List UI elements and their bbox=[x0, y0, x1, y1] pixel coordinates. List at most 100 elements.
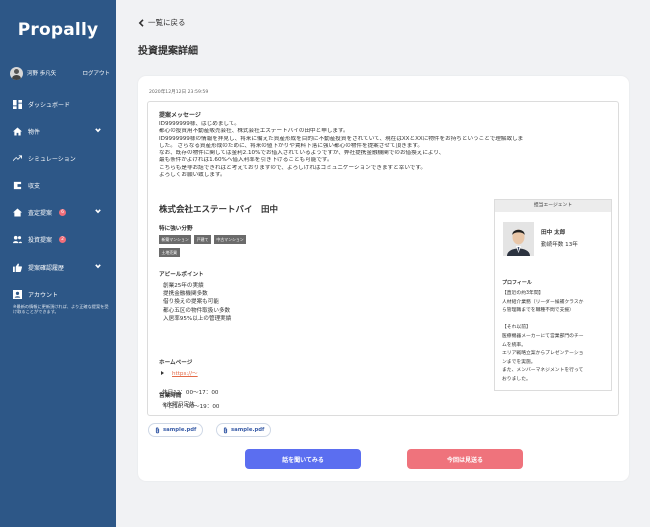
sidebar-item-history[interactable]: 提案確認履歴 bbox=[13, 260, 105, 274]
profile-line: ンまでを実施。 bbox=[502, 359, 536, 365]
profile-line: ムを統率。 bbox=[502, 342, 526, 348]
chevron-down-icon[interactable] bbox=[95, 127, 101, 133]
message-title: 提案メッセージ bbox=[159, 112, 201, 119]
account-box-icon bbox=[13, 289, 22, 299]
timestamp: 2020年12月12日 23:59:59 bbox=[149, 90, 209, 95]
wallet-icon bbox=[13, 181, 22, 190]
profile-line: ら管理職までを職種不問で支援） bbox=[502, 308, 574, 314]
agent-years: 勤続年数 13年 bbox=[541, 242, 578, 248]
dashboard-icon bbox=[13, 99, 22, 109]
attachment-file[interactable]: sample.pdf bbox=[148, 423, 204, 437]
appeal-item: 創業25年の実績 bbox=[163, 283, 204, 289]
appeal-title: アピールポイント bbox=[159, 272, 204, 278]
agent-box: 担当エージェント 田中 太郎 勤続年数 13年 プロフィール 【直近の約3年間】… bbox=[494, 199, 612, 391]
message-line: した。 さらなる資産形成のために、将来の値下がりや賃料下落に強い都心の物件を提案… bbox=[159, 142, 423, 149]
message-line: なお、既存の物件に関しては金利2.10%でお借入されているようですが、弊社提携金… bbox=[159, 150, 445, 157]
strengths-title: 特に強い分野 bbox=[159, 226, 193, 232]
proposal-body: 提案メッセージ ID9999999様、はじめまして。 都心の投資用不動産販売会社… bbox=[147, 101, 619, 416]
message-line: 都心の投資用不動産販売会社、株式会社エステートバイの田中と申します。 bbox=[159, 128, 349, 135]
profile-line: 【直近の約3年間】 bbox=[502, 291, 544, 296]
message-line: ID9999999様、はじめまして。 bbox=[159, 121, 240, 127]
page-title: 投資提案詳細 bbox=[138, 46, 198, 57]
profile-line: 【それ以前】 bbox=[502, 325, 531, 331]
sidebar-item-investment[interactable]: 投資提案 2 bbox=[13, 232, 105, 246]
message-line: 最も条件がよければ1.60%へ借入利率を引き下げることも可能です。 bbox=[159, 157, 333, 164]
strength-tag: 新築マンション bbox=[159, 235, 192, 244]
back-link[interactable]: 一覧に戻る bbox=[138, 17, 186, 28]
profile-text: 【直近の約3年間】 人材紹介業務（リーダー候補クラスか ら管理職までを職種不問で… bbox=[502, 290, 608, 385]
paperclip-icon bbox=[223, 426, 228, 433]
attachment-file[interactable]: sample.pdf bbox=[216, 423, 272, 437]
homepage-title: ホームページ bbox=[159, 360, 193, 366]
account-note: ※最新の情報に更新頂ければ、より正確な提案を受け取ることができます。 bbox=[13, 304, 109, 315]
sidebar-item-dashboard[interactable]: ダッシュボード bbox=[13, 97, 105, 111]
appeal-item: 都心五区の物件取扱い多数 bbox=[163, 307, 231, 314]
avatar bbox=[10, 66, 23, 80]
homepage-row: https://〜 bbox=[161, 369, 198, 377]
appeal-list: 創業25年の実績 提携金融機関多数 借り換えの提案も可能 都心五区の物件取扱い多… bbox=[163, 282, 231, 323]
decline-button[interactable]: 今回は見送る bbox=[407, 449, 523, 469]
listen-button[interactable]: 話を聞いてみる bbox=[245, 449, 361, 469]
sidebar-item-label: 査定提案 bbox=[28, 209, 53, 217]
message-line: ID9999999様の情報を拝見し、将来に備えた資産形成を目的に不動産投資をされ… bbox=[159, 135, 524, 142]
appeal-item: 入居率95%以上の管理実績 bbox=[163, 315, 232, 322]
back-label: 一覧に戻る bbox=[148, 18, 186, 27]
people-icon bbox=[13, 235, 22, 244]
proposal-card: 2020年12月12日 23:59:59 提案メッセージ ID9999999様、… bbox=[138, 76, 629, 481]
profile-line: 人材紹介業務（リーダー候補クラスか bbox=[502, 299, 584, 305]
user-row: 河野 歩凡矢 ログアウト bbox=[10, 66, 110, 80]
home-icon bbox=[13, 126, 22, 136]
house-dollar-icon bbox=[13, 207, 22, 217]
sidebar-item-label: 収支 bbox=[28, 182, 41, 190]
trending-up-icon bbox=[13, 154, 22, 163]
hours-anchor: 休日12：00〜17：00 ※水曜日定休 bbox=[162, 101, 218, 408]
paperclip-icon bbox=[155, 426, 160, 433]
sidebar-item-appraisal[interactable]: 査定提案 6 bbox=[13, 205, 105, 219]
strength-tag: 土地売買 bbox=[159, 248, 180, 257]
profile-line: 医療機器メーカーにて営業部門のチー bbox=[502, 333, 584, 339]
attachment-name: sample.pdf bbox=[231, 427, 265, 433]
profile-line: エリア戦略立案からプレゼンテーショ bbox=[502, 351, 584, 357]
strength-tag: 戸建て bbox=[194, 235, 211, 244]
logout-link[interactable]: ログアウト bbox=[82, 69, 110, 77]
sidebar-item-simulation[interactable]: シミュレーション bbox=[13, 151, 105, 165]
strength-tags: 新築マンション 戸建て 中古マンション 土地売買 bbox=[159, 235, 259, 261]
user-name: 河野 歩凡矢 bbox=[27, 71, 57, 77]
app-logo[interactable]: Propally bbox=[0, 20, 116, 40]
sidebar-item-label: ダッシュボード bbox=[28, 101, 71, 109]
sidebar-item-label: アカウント bbox=[28, 291, 59, 299]
sidebar-item-label: 提案確認履歴 bbox=[28, 264, 65, 272]
hours-holiday: 休日12：00〜17：00 bbox=[162, 390, 219, 396]
caret-right-icon bbox=[161, 371, 164, 375]
sidebar-item-label: シミュレーション bbox=[28, 155, 76, 163]
homepage-link[interactable]: https://〜 bbox=[172, 369, 198, 377]
agent-photo bbox=[503, 222, 534, 256]
sidebar-item-account[interactable]: アカウント bbox=[13, 287, 105, 301]
chevron-left-icon bbox=[138, 18, 144, 27]
message-line: こちらも是非お話できればと考えておりますので、よろしければコミュニケーションでき… bbox=[159, 164, 426, 171]
thumbs-up-icon bbox=[13, 262, 22, 272]
agent-header: 担当エージェント bbox=[495, 200, 611, 212]
badge-count: 2 bbox=[59, 235, 67, 243]
company-name: 株式会社エステートバイ 田中 bbox=[159, 205, 279, 215]
profile-line bbox=[502, 316, 608, 325]
appeal-item: 借り換えの提案も可能 bbox=[163, 299, 219, 306]
chevron-down-icon[interactable] bbox=[95, 208, 101, 214]
chevron-down-icon[interactable] bbox=[95, 263, 101, 269]
profile-line: また、メンバーマネジメントを行って bbox=[502, 368, 584, 374]
badge-count: 6 bbox=[59, 208, 67, 216]
attachment-name: sample.pdf bbox=[163, 427, 197, 433]
profile-line: おりました。 bbox=[502, 376, 531, 382]
profile-title: プロフィール bbox=[502, 280, 532, 286]
message-text: ID9999999様、はじめまして。 都心の投資用不動産販売会社、株式会社エステ… bbox=[159, 121, 611, 179]
sidebar-item-property[interactable]: 物件 bbox=[13, 124, 105, 138]
agent-name: 田中 太郎 bbox=[541, 230, 566, 236]
sidebar-item-label: 投資提案 bbox=[28, 236, 53, 244]
message-line: よろしくお願い致します。 bbox=[159, 172, 226, 179]
strength-tag: 中古マンション bbox=[213, 235, 247, 244]
sidebar: Propally 河野 歩凡矢 ログアウト ダッシュボード 物件 シミュレーショ… bbox=[0, 0, 116, 527]
hours-note: ※水曜日定休 bbox=[162, 402, 195, 408]
appeal-item: 提携金融機関多数 bbox=[163, 291, 208, 298]
sidebar-item-label: 物件 bbox=[28, 128, 41, 136]
sidebar-item-balance[interactable]: 収支 bbox=[13, 178, 105, 192]
